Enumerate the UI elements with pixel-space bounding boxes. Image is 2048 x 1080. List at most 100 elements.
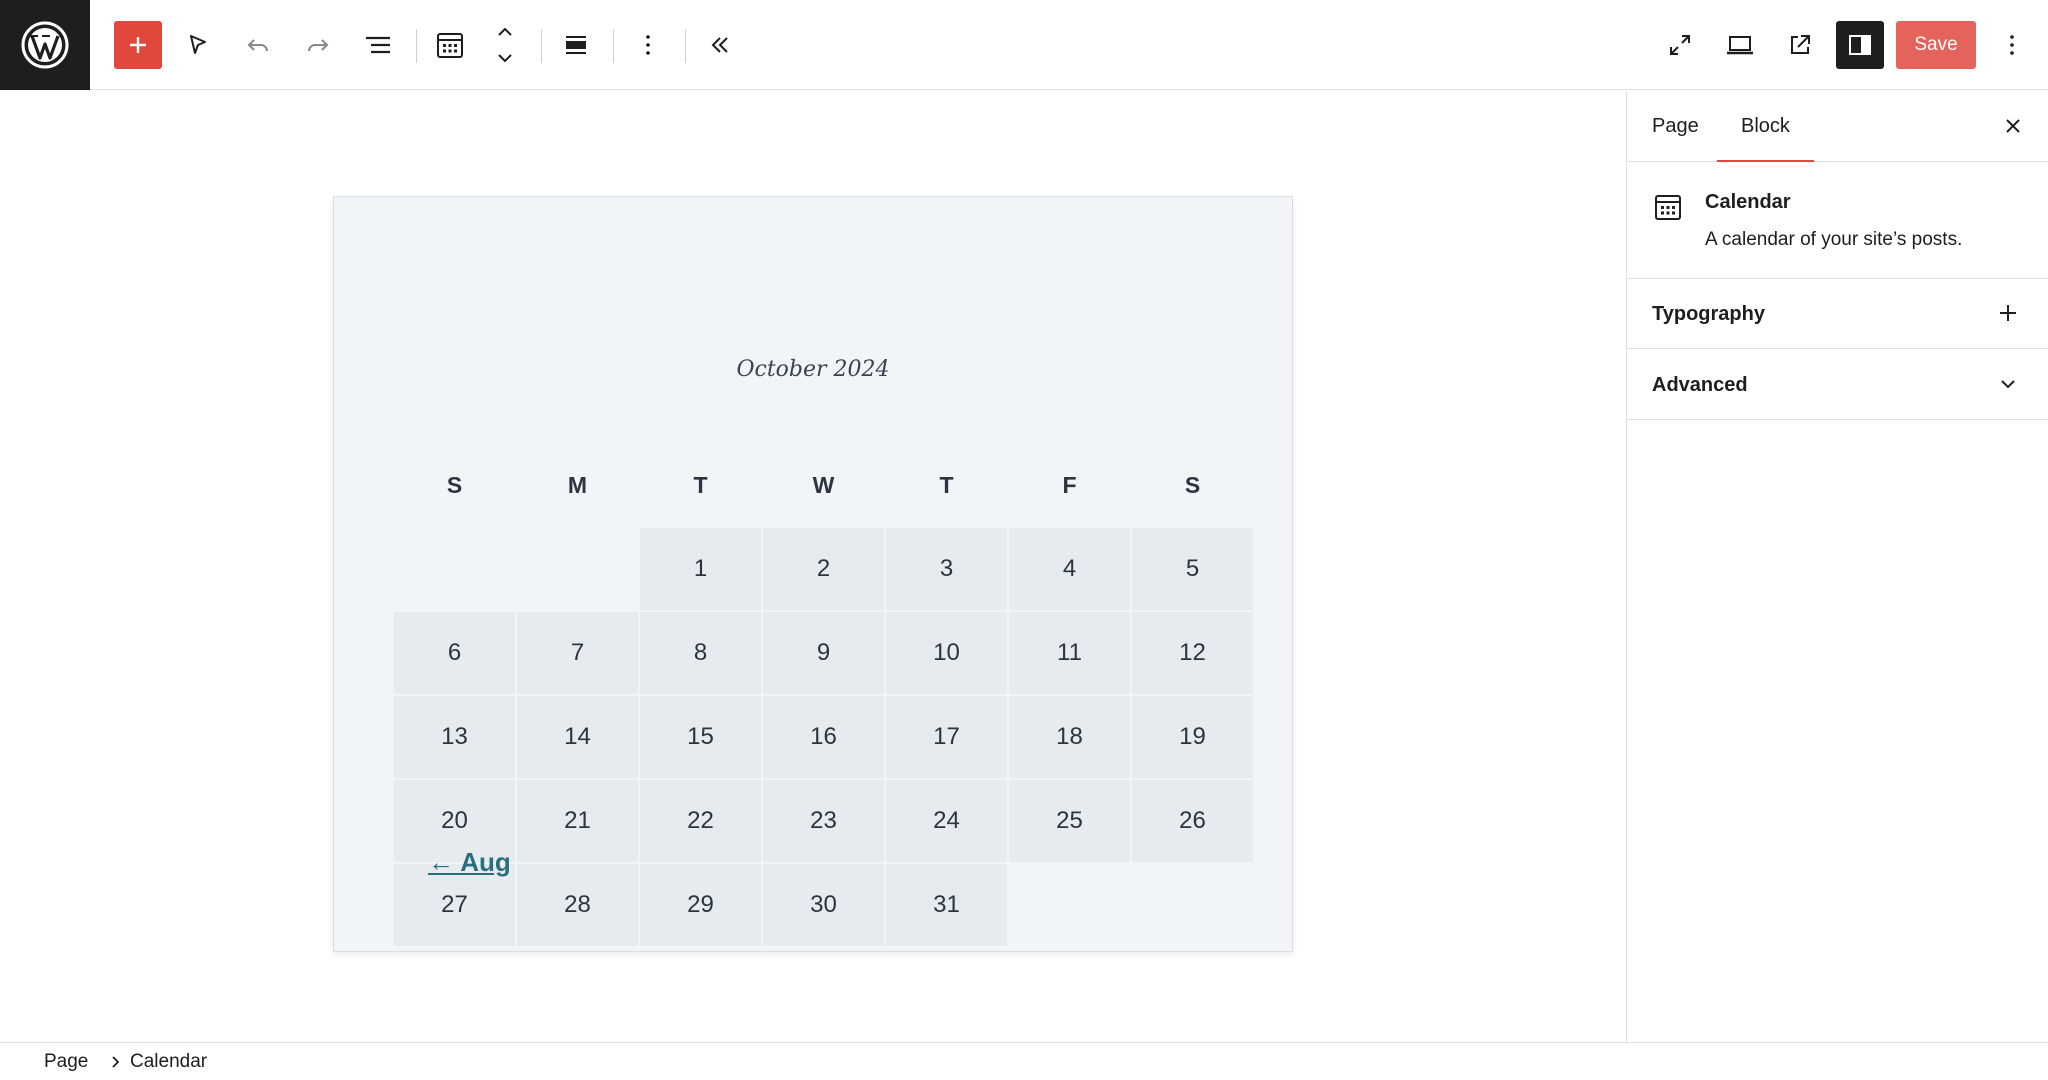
calendar-day: 3 xyxy=(886,528,1007,610)
chevrons-left-icon xyxy=(711,37,728,53)
device-preview-button[interactable] xyxy=(1716,21,1764,69)
advanced-panel[interactable]: Advanced xyxy=(1627,350,2048,420)
calendar-icon xyxy=(1655,195,1681,220)
block-card-title: Calendar xyxy=(1705,191,1791,213)
calendar-day: 2 xyxy=(763,528,884,610)
block-options-button[interactable] xyxy=(624,21,672,69)
calendar-day: 29 xyxy=(640,864,761,946)
calendar-body: 1 2 3 4 5 6 7 8 9 10 11 12 13 14 15 16 17 18 19 20 21 22 23 24 2… xyxy=(394,528,1253,946)
calendar-day: 24 xyxy=(886,780,1007,862)
list-view-icon xyxy=(366,36,390,54)
weekday-row: S M T W T F S xyxy=(394,444,1253,526)
calendar-day: 12 xyxy=(1132,612,1253,694)
block-type-button[interactable] xyxy=(426,21,474,69)
calendar-block[interactable]: October 2024 S M T W T F S 1 2 3 4 5 6 7 8 9 10 11… xyxy=(333,196,1293,952)
move-block-button[interactable] xyxy=(480,21,530,69)
undo-icon xyxy=(247,39,268,52)
save-button[interactable]: Save xyxy=(1896,21,1976,69)
weekday-header: T xyxy=(693,471,708,498)
calendar-day: 25 xyxy=(1009,780,1130,862)
select-tool-button[interactable] xyxy=(174,21,222,69)
calendar-day: 19 xyxy=(1132,696,1253,778)
align-icon xyxy=(566,36,586,54)
panel-label: Advanced xyxy=(1652,374,1748,396)
toolbar-divider xyxy=(541,29,542,63)
view-page-button[interactable] xyxy=(1776,21,1824,69)
weekday-header: F xyxy=(1062,471,1077,498)
previous-month-link[interactable]: ← Aug xyxy=(428,847,511,878)
breadcrumb-calendar[interactable]: Calendar xyxy=(130,1051,207,1073)
more-options-button[interactable] xyxy=(1988,21,2036,69)
calendar-day: 30 xyxy=(763,864,884,946)
close-sidebar-button[interactable] xyxy=(2000,113,2026,139)
settings-sidebar: Page Block Calendar A calendar of your s… xyxy=(1626,91,2048,1042)
panel-label: Typography xyxy=(1652,303,1765,325)
plus-icon xyxy=(130,37,146,53)
chevron-down-icon xyxy=(2001,380,2015,389)
more-vertical-icon xyxy=(2010,35,2014,55)
calendar-table: S M T W T F S 1 2 3 4 5 6 7 8 9 10 11 12 13 14 15 16 17 1… xyxy=(392,442,1255,948)
calendar-day: 31 xyxy=(886,864,1007,946)
calendar-day: 6 xyxy=(394,612,515,694)
calendar-empty-cell xyxy=(1009,864,1130,946)
calendar-day: 9 xyxy=(763,612,884,694)
calendar-day: 23 xyxy=(763,780,884,862)
calendar-empty-cell xyxy=(394,528,515,610)
calendar-day: 26 xyxy=(1132,780,1253,862)
calendar-day: 15 xyxy=(640,696,761,778)
calendar-week-row: 13 14 15 16 17 18 19 xyxy=(394,696,1253,778)
toolbar-divider xyxy=(416,29,417,63)
breadcrumb: Page Calendar xyxy=(0,1042,2048,1080)
calendar-day: 1 xyxy=(640,528,761,610)
typography-options-button[interactable] xyxy=(1996,301,2020,330)
wordpress-icon xyxy=(21,21,69,69)
block-card: Calendar A calendar of your site’s posts… xyxy=(1627,162,2048,279)
redo-icon xyxy=(308,39,329,52)
block-card-description: A calendar of your site’s posts. xyxy=(1705,229,1963,250)
chevron-right-icon xyxy=(112,1056,120,1068)
calendar-empty-cell xyxy=(517,528,638,610)
chevron-up-down-icon xyxy=(498,27,512,63)
laptop-icon xyxy=(1727,36,1753,55)
add-block-button[interactable] xyxy=(114,21,162,69)
weekday-header: M xyxy=(567,471,588,498)
toolbar-divider xyxy=(685,29,686,63)
calendar-day: 13 xyxy=(394,696,515,778)
calendar-day: 17 xyxy=(886,696,1007,778)
weekday-header: S xyxy=(1184,471,1201,498)
tab-page[interactable]: Page xyxy=(1652,91,1699,161)
calendar-empty-cell xyxy=(1132,864,1253,946)
toolbar-divider xyxy=(613,29,614,63)
wordpress-logo[interactable] xyxy=(0,0,90,90)
calendar-week-row: 20 21 22 23 24 25 26 xyxy=(394,780,1253,862)
calendar-day: 11 xyxy=(1009,612,1130,694)
breadcrumb-page[interactable]: Page xyxy=(44,1051,88,1073)
tab-block[interactable]: Block xyxy=(1717,91,1814,162)
calendar-day: 10 xyxy=(886,612,1007,694)
editor-toolbar: Save xyxy=(0,0,2048,90)
typography-panel[interactable]: Typography xyxy=(1627,279,2048,349)
collapse-toolbar-button[interactable] xyxy=(696,21,744,69)
align-button[interactable] xyxy=(552,21,600,69)
pointer-icon xyxy=(190,35,206,54)
calendar-day: 7 xyxy=(517,612,638,694)
editor-canvas: October 2024 S M T W T F S 1 2 3 4 5 6 7 8 9 10 11… xyxy=(0,91,1626,1042)
undo-button[interactable] xyxy=(234,21,282,69)
plus-icon xyxy=(2000,305,2016,321)
fullscreen-icon xyxy=(1670,35,1690,55)
calendar-icon xyxy=(437,33,463,58)
list-view-button[interactable] xyxy=(354,21,402,69)
redo-button[interactable] xyxy=(294,21,342,69)
fullscreen-button[interactable] xyxy=(1656,21,1704,69)
calendar-day: 8 xyxy=(640,612,761,694)
calendar-day: 21 xyxy=(517,780,638,862)
calendar-day: 14 xyxy=(517,696,638,778)
sidebar-toggle-icon xyxy=(1849,35,1871,55)
external-link-icon xyxy=(1791,35,1810,54)
advanced-toggle[interactable] xyxy=(1996,372,2020,401)
calendar-day: 5 xyxy=(1132,528,1253,610)
settings-sidebar-toggle[interactable] xyxy=(1836,21,1884,69)
more-vertical-icon xyxy=(646,35,650,55)
calendar-day: 28 xyxy=(517,864,638,946)
close-icon xyxy=(2006,119,2020,133)
